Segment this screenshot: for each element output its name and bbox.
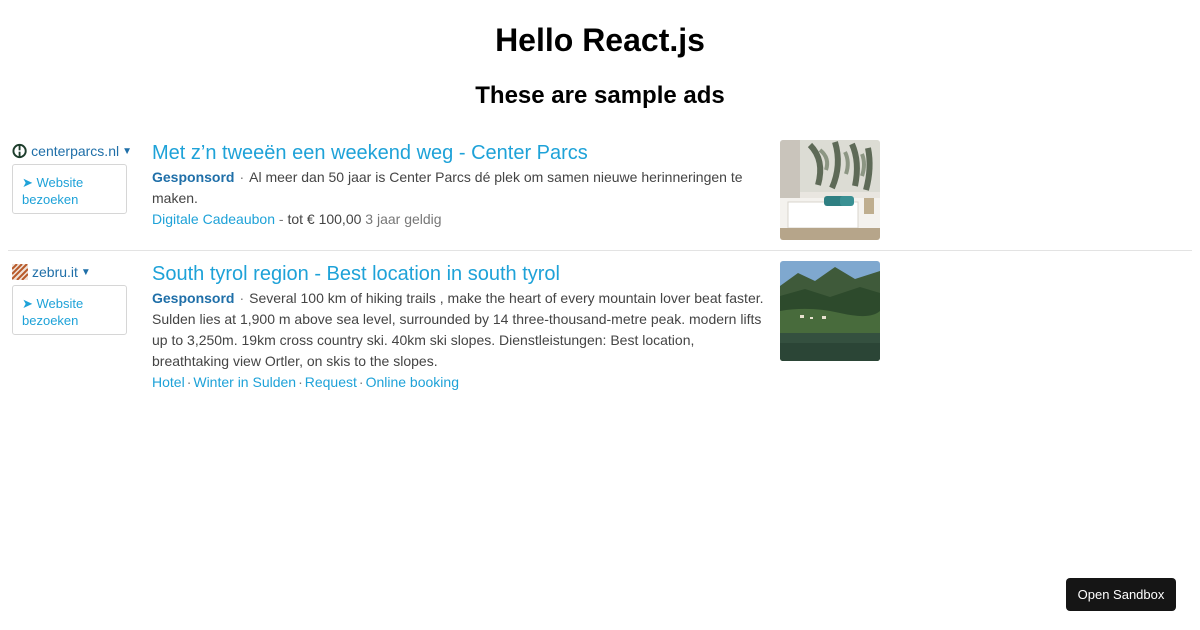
chevron-down-icon: ▼ (122, 145, 132, 157)
sponsored-label: Gesponsord (152, 169, 235, 185)
open-sandbox-button[interactable]: Open Sandbox (1066, 578, 1176, 611)
sponsored-label: Gesponsord (152, 290, 235, 306)
separator-dot: · (358, 374, 364, 390)
visit-website-button[interactable]: ➤ Website bezoeken (12, 285, 127, 335)
ad-advertiser: centerparcs.nl ▼ ➤ Website bezoeken (12, 140, 132, 214)
sitelink-hotel[interactable]: Hotel (152, 374, 185, 390)
extension-link[interactable]: Digitale Cadeaubon (152, 211, 275, 227)
ad-content: Met z’n tweeën een weekend weg - Center … (152, 140, 767, 229)
ad-title-link[interactable]: South tyrol region - Best location in so… (152, 261, 767, 287)
sitelink-winter-in-sulden[interactable]: Winter in Sulden (193, 374, 296, 390)
extension-separator: - (278, 211, 284, 227)
ad-content: South tyrol region - Best location in so… (152, 261, 767, 392)
advertiser-domain: zebru.it (32, 264, 78, 280)
advertiser-domain-dropdown[interactable]: centerparcs.nl ▼ (12, 140, 132, 162)
sitelink-request[interactable]: Request (305, 374, 357, 390)
advertiser-domain: centerparcs.nl (31, 143, 120, 159)
page-subtitle: These are sample ads (475, 82, 725, 109)
ad-advertiser: zebru.it ▼ ➤ Website bezoeken (12, 261, 132, 335)
extension-price: tot € 100,00 (287, 211, 362, 227)
separator-dot: · (239, 290, 245, 306)
visit-website-button[interactable]: ➤ Website bezoeken (12, 164, 127, 214)
ad-description-line: Gesponsord · Several 100 km of hiking trai… (152, 288, 767, 372)
ad-description-line: Gesponsord · Al meer dan 50 jaar is Center… (152, 167, 767, 209)
extension-note: 3 jaar geldig (365, 211, 442, 227)
zebru-logo-icon (12, 264, 28, 280)
separator-dot: · (298, 374, 303, 390)
ad-extension: Digitale Cadeaubon - tot € 100,00 3 jaar… (152, 209, 767, 229)
separator-dot: · (239, 169, 245, 185)
separator-dot: · (186, 374, 192, 390)
ad-item: zebru.it ▼ ➤ Website bezoeken South tyro… (8, 261, 1192, 401)
centerparcs-logo-icon (12, 143, 27, 159)
hotel-room-image[interactable] (780, 140, 880, 240)
page-title: Hello React.js (495, 22, 705, 58)
chevron-down-icon: ▼ (80, 266, 91, 278)
ad-sitelinks: Hotel · Winter in Sulden · Request · Online bo… (152, 372, 767, 392)
sitelink-online-booking[interactable]: Online booking (366, 374, 459, 390)
mountain-lake-image[interactable] (780, 261, 880, 361)
ad-title-link[interactable]: Met z’n tweeën een weekend weg - Center … (152, 140, 767, 166)
advertiser-domain-dropdown[interactable]: zebru.it ▼ (12, 261, 132, 283)
ad-item: centerparcs.nl ▼ ➤ Website bezoeken Met … (8, 140, 1192, 251)
